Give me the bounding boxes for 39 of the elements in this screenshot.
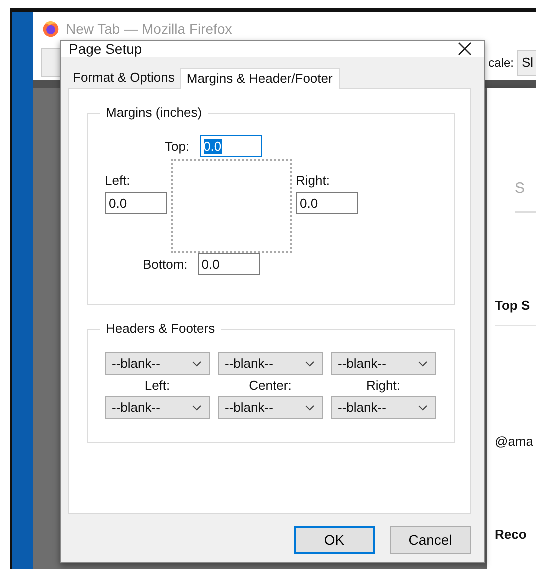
position-label: Center:: [248, 378, 293, 393]
page-text: @ama: [495, 434, 534, 449]
input-field[interactable]: 0.0: [296, 192, 358, 214]
dropdown[interactable]: --blank--: [218, 396, 323, 419]
input-field[interactable]: 0.0: [105, 192, 167, 214]
chevron-down-icon: [305, 404, 315, 410]
field-label: Top:: [165, 138, 190, 154]
chevron-down-icon: [192, 360, 202, 366]
input-field[interactable]: 0.0: [198, 253, 260, 275]
ok-button[interactable]: OK: [294, 526, 375, 554]
dropdown[interactable]: --blank--: [331, 352, 436, 375]
tab[interactable]: Margins & Header/Footer: [180, 68, 340, 89]
dropdown[interactable]: --blank--: [218, 352, 323, 375]
close-icon[interactable]: [458, 42, 472, 56]
dialog-title: Page Setup: [69, 41, 142, 57]
firefox-logo-icon: [42, 20, 60, 38]
position-label: Left:: [144, 378, 172, 393]
dropdown[interactable]: --blank--: [105, 352, 210, 375]
chevron-down-icon: [305, 360, 315, 366]
group-legend: Margins (inches): [100, 105, 208, 120]
page-heading: Top S: [495, 298, 536, 326]
position-label: Right:: [366, 378, 402, 393]
chevron-down-icon: [192, 404, 202, 410]
field-label: Right:: [296, 173, 331, 188]
field-label: Left:: [105, 173, 132, 188]
page-heading: Reco: [495, 527, 528, 542]
field-label: Bottom:: [143, 256, 188, 272]
cancel-button[interactable]: Cancel: [390, 526, 471, 554]
scale-label: cale:: [488, 56, 514, 70]
window-title: New Tab — Mozilla Firefox: [66, 20, 232, 36]
dropdown[interactable]: --blank--: [331, 396, 436, 419]
group-legend: Headers & Footers: [100, 321, 222, 336]
page-text: S: [515, 180, 536, 213]
tab[interactable]: Format & Options: [68, 67, 180, 88]
dropdown[interactable]: --blank--: [105, 396, 210, 419]
scale-select[interactable]: Sl: [517, 50, 536, 76]
chevron-down-icon: [418, 360, 428, 366]
input-field[interactable]: 0.0: [200, 135, 262, 157]
chevron-down-icon: [418, 404, 428, 410]
